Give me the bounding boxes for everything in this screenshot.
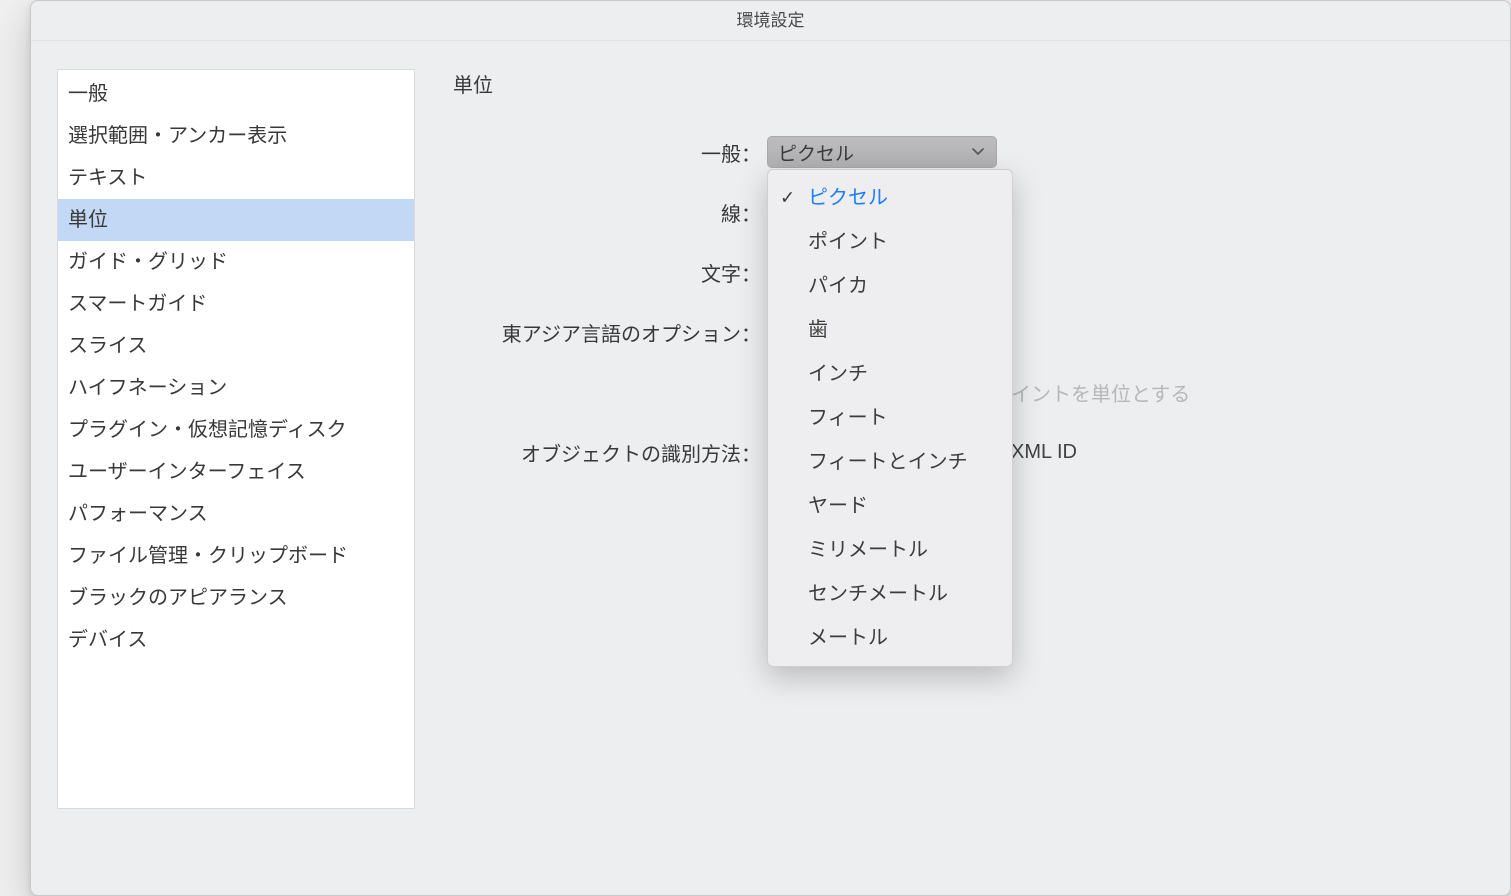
sidebar-item-text[interactable]: テキスト [58, 157, 414, 199]
menu-item-label: ピクセル [808, 187, 888, 209]
menu-item-label: ミリメートル [808, 539, 928, 561]
menu-item-label: センチメートル [808, 583, 948, 605]
menu-item-meters[interactable]: メートル [768, 616, 1012, 660]
label-text: 文字： [453, 258, 767, 287]
sidebar-item-hyphenation[interactable]: ハイフネーション [58, 367, 414, 409]
unit-note-text: イントを単位とする [1011, 378, 1190, 407]
section-title: 単位 [453, 69, 1480, 98]
sidebar-item-plugins-scratch[interactable]: プラグイン・仮想記憶ディスク [58, 409, 414, 451]
label-line: 線： [453, 198, 767, 227]
window-body: 一般 選択範囲・アンカー表示 テキスト 単位 ガイド・グリッド スマートガイド … [31, 41, 1510, 809]
menu-item-centimeters[interactable]: センチメートル [768, 572, 1012, 616]
category-sidebar: 一般 選択範囲・アンカー表示 テキスト 単位 ガイド・グリッド スマートガイド … [57, 69, 415, 809]
label-general: 一般： [453, 138, 767, 167]
menu-item-feet[interactable]: フィート [768, 396, 1012, 440]
sidebar-item-general[interactable]: 一般 [58, 73, 414, 115]
menu-item-ha[interactable]: 歯 [768, 308, 1012, 352]
dropdown-general-units[interactable]: ピクセル [767, 136, 997, 168]
dropdown-menu-units: ✓ ピクセル ポイント パイカ 歯 インチ フィート フィートとインチ ヤード … [767, 169, 1013, 667]
menu-item-label: パイカ [808, 275, 868, 297]
chevron-down-icon [972, 148, 984, 156]
preferences-window: 環境設定 一般 選択範囲・アンカー表示 テキスト 単位 ガイド・グリッド スマー… [30, 0, 1511, 896]
sidebar-item-file-clipboard[interactable]: ファイル管理・クリップボード [58, 535, 414, 577]
sidebar-item-performance[interactable]: パフォーマンス [58, 493, 414, 535]
row-general: 一般： ピクセル ✓ ピクセル ポイント パイカ [453, 134, 1480, 170]
sidebar-item-guides-grid[interactable]: ガイド・グリッド [58, 241, 414, 283]
label-east-asian: 東アジア言語のオプション： [453, 318, 767, 347]
menu-item-label: ポイント [808, 231, 888, 253]
menu-item-picas[interactable]: パイカ [768, 264, 1012, 308]
sidebar-item-user-interface[interactable]: ユーザーインターフェイス [58, 451, 414, 493]
sidebar-item-units[interactable]: 単位 [58, 199, 414, 241]
menu-item-points[interactable]: ポイント [768, 220, 1012, 264]
menu-item-label: フィートとインチ [808, 451, 968, 473]
menu-item-label: インチ [808, 363, 868, 385]
content-pane: 単位 一般： ピクセル ✓ ピクセル ポイン [415, 69, 1510, 809]
window-title: 環境設定 [31, 1, 1510, 41]
value-general: ピクセル ✓ ピクセル ポイント パイカ 歯 インチ [767, 136, 997, 168]
sidebar-item-slices[interactable]: スライス [58, 325, 414, 367]
menu-item-label: メートル [808, 627, 888, 649]
check-icon: ✓ [780, 185, 795, 210]
sidebar-item-smart-guides[interactable]: スマートガイド [58, 283, 414, 325]
menu-item-feet-inches[interactable]: フィートとインチ [768, 440, 1012, 484]
menu-item-pixels[interactable]: ✓ ピクセル [768, 176, 1012, 220]
sidebar-item-selection-anchor[interactable]: 選択範囲・アンカー表示 [58, 115, 414, 157]
menu-item-label: フィート [808, 407, 888, 429]
menu-item-millimeters[interactable]: ミリメートル [768, 528, 1012, 572]
menu-item-label: ヤード [808, 495, 868, 517]
sidebar-item-black-appearance[interactable]: ブラックのアピアランス [58, 577, 414, 619]
menu-item-yards[interactable]: ヤード [768, 484, 1012, 528]
label-object-id: オブジェクトの識別方法： [453, 438, 767, 467]
object-id-trail: XML ID [1011, 441, 1077, 464]
sidebar-item-devices[interactable]: デバイス [58, 619, 414, 661]
menu-item-inches[interactable]: インチ [768, 352, 1012, 396]
menu-item-label: 歯 [808, 319, 828, 341]
dropdown-general-value: ピクセル [778, 139, 854, 166]
